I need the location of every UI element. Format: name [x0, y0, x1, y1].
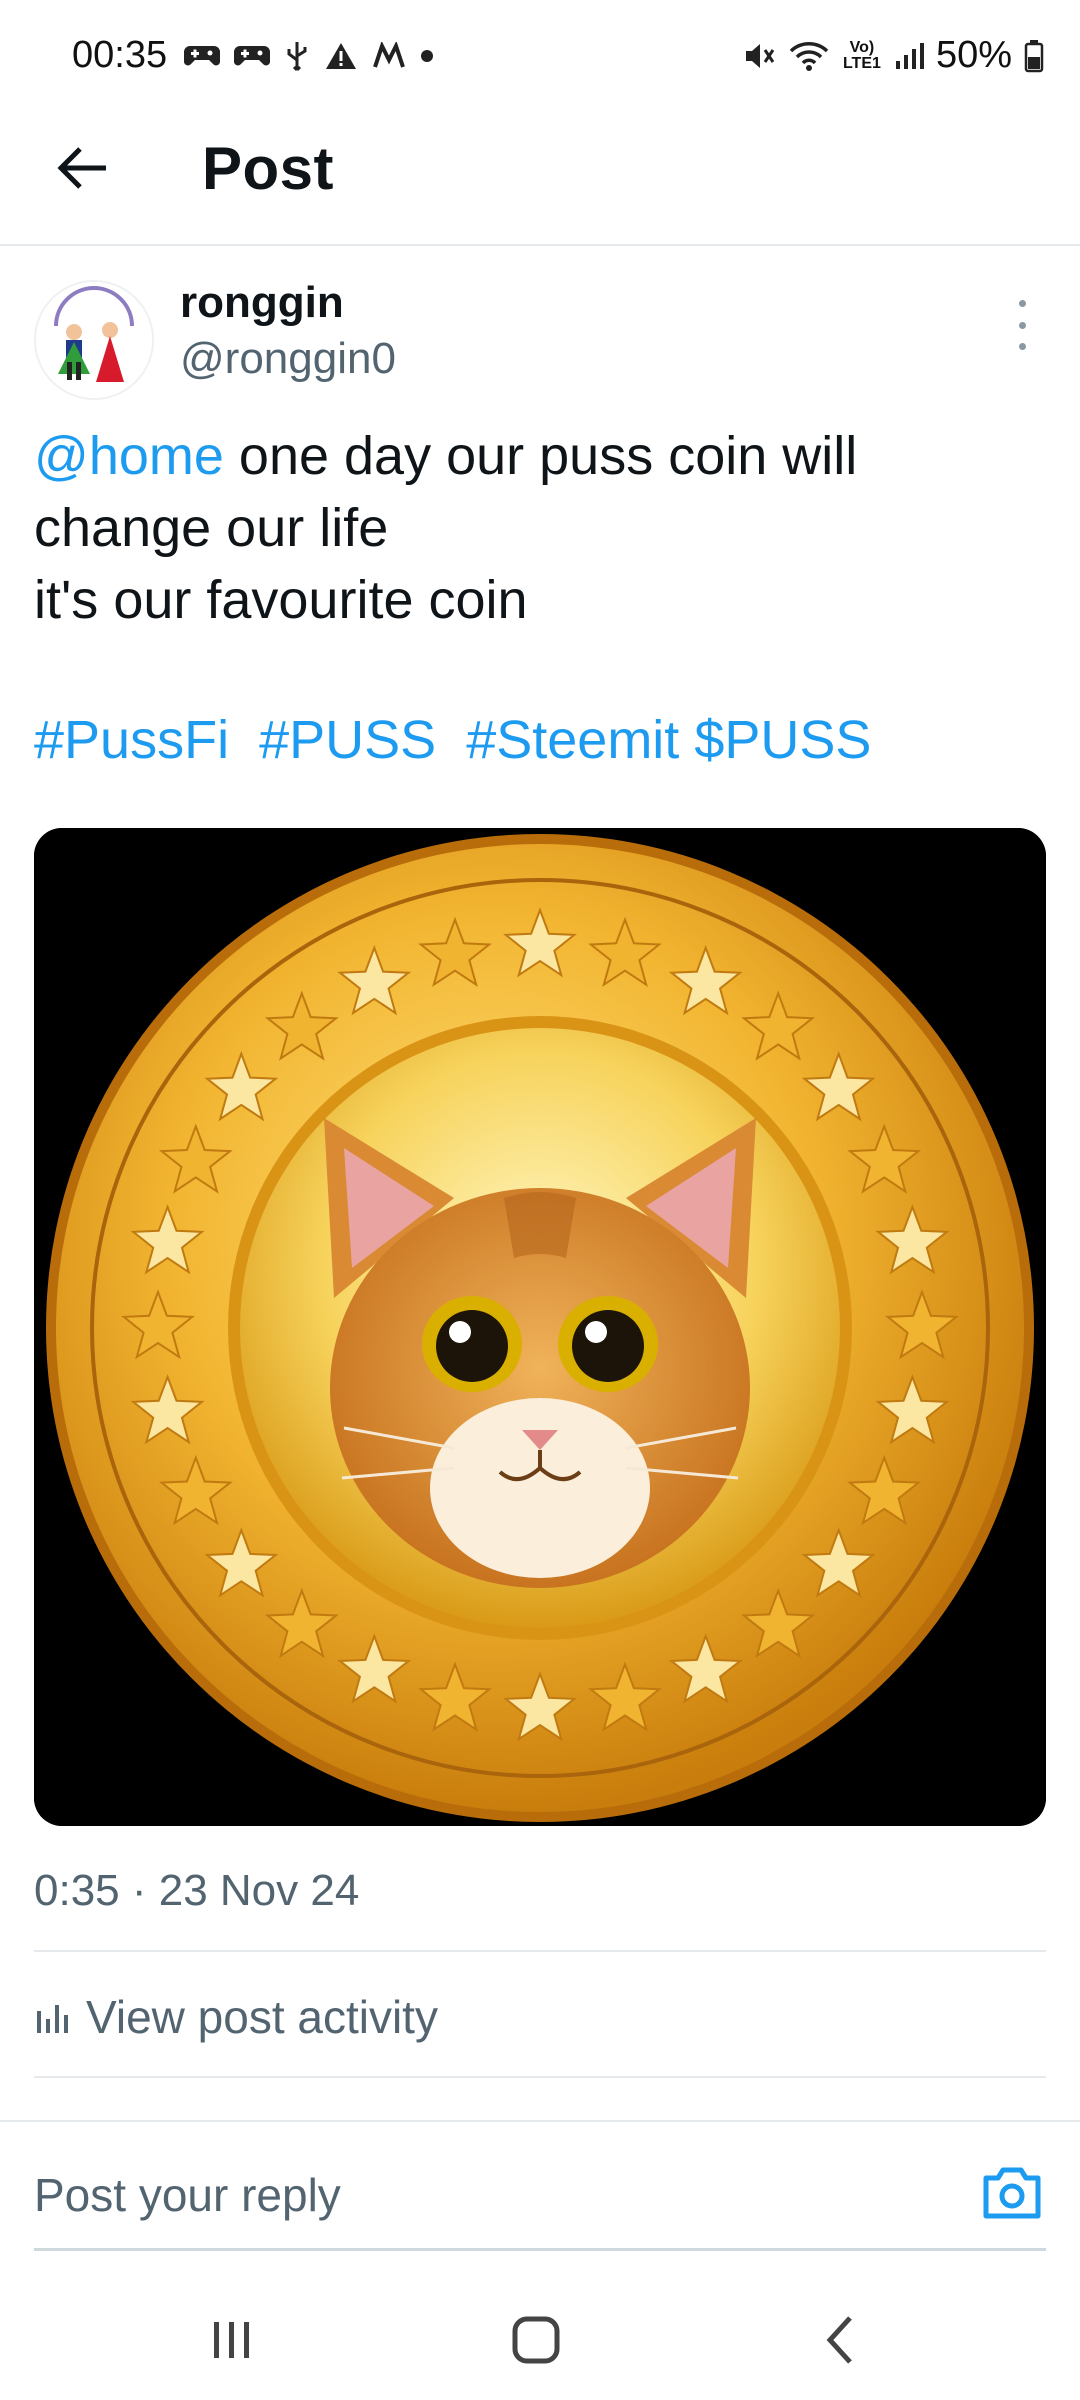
- analytics-icon: [37, 2005, 68, 2033]
- post-text-line-1: @home one day our puss coin will: [34, 420, 1044, 492]
- back-button[interactable]: [50, 136, 114, 200]
- mention-link[interactable]: @home: [34, 426, 224, 486]
- cat-face: [324, 1118, 756, 1588]
- header-divider: [0, 244, 1080, 246]
- camera-icon: [983, 2167, 1041, 2219]
- activity-divider: [34, 2076, 1046, 2078]
- game-controller-icon: [184, 46, 220, 66]
- back-nav-button[interactable]: [800, 2300, 880, 2380]
- post-timestamp: 0:35 · 23 Nov 24: [34, 1866, 360, 1915]
- hashtag-steemit[interactable]: #Steemit: [466, 710, 679, 770]
- wifi-icon: [789, 41, 829, 71]
- avatar-image: [36, 282, 152, 398]
- signal-icon: [895, 42, 924, 69]
- post-text-line-2: change our life: [34, 498, 389, 558]
- more-options-button[interactable]: [1004, 300, 1040, 350]
- usb-icon: [287, 42, 307, 72]
- hashtag-puss[interactable]: #PUSS: [259, 710, 436, 770]
- reply-underline: [34, 2248, 1046, 2251]
- view-post-activity[interactable]: View post activity: [34, 1990, 438, 2044]
- hashtags: #PussFi #PUSS #Steemit $PUSS: [34, 704, 871, 776]
- post-text-line-1-rest: one day our puss coin will: [223, 426, 858, 486]
- mute-icon: [745, 43, 775, 68]
- puss-coin-image: [34, 828, 1046, 1826]
- battery-icon: [1024, 39, 1044, 72]
- reply-top-divider: [0, 2120, 1080, 2122]
- status-right: Vo) LTE1 50%: [742, 34, 1044, 77]
- more-dot: [1018, 343, 1026, 350]
- status-time: 00:35: [72, 34, 168, 76]
- recent-apps-icon: [214, 2322, 249, 2358]
- post-text-line-3: it's our favourite coin: [34, 570, 528, 630]
- arrow-left-icon: [57, 147, 106, 189]
- volte-icon: Vo) LTE1: [842, 38, 881, 72]
- game-controller-icon: [234, 46, 270, 66]
- more-dot: [1018, 300, 1026, 307]
- camera-button[interactable]: [980, 2160, 1044, 2224]
- page-title: Post: [202, 135, 335, 202]
- post-image[interactable]: [34, 828, 1046, 1826]
- home-button[interactable]: [496, 2300, 576, 2380]
- hashtag-pussfi[interactable]: #PussFi: [34, 710, 229, 770]
- home-icon: [512, 2316, 560, 2364]
- avatar[interactable]: [34, 280, 154, 400]
- chevron-left-icon: [826, 2316, 852, 2364]
- view-post-activity-label: View post activity: [86, 1991, 438, 2043]
- battery-percent: 50%: [935, 34, 1012, 76]
- m-icon: [373, 42, 405, 68]
- post-text: @home one day our puss coin will change …: [34, 420, 1044, 636]
- dot-icon: [421, 50, 433, 62]
- warning-icon: [326, 43, 356, 69]
- cashtag-puss[interactable]: $PUSS: [694, 710, 871, 770]
- reply-input[interactable]: Post your reply: [34, 2168, 341, 2222]
- timestamp-divider: [34, 1950, 1046, 1952]
- author-name[interactable]: ronggin: [180, 278, 344, 328]
- status-icons-left: [184, 36, 434, 76]
- more-dot: [1018, 321, 1026, 329]
- recent-apps-button[interactable]: [192, 2300, 272, 2380]
- author-handle[interactable]: @ronggin0: [180, 334, 396, 384]
